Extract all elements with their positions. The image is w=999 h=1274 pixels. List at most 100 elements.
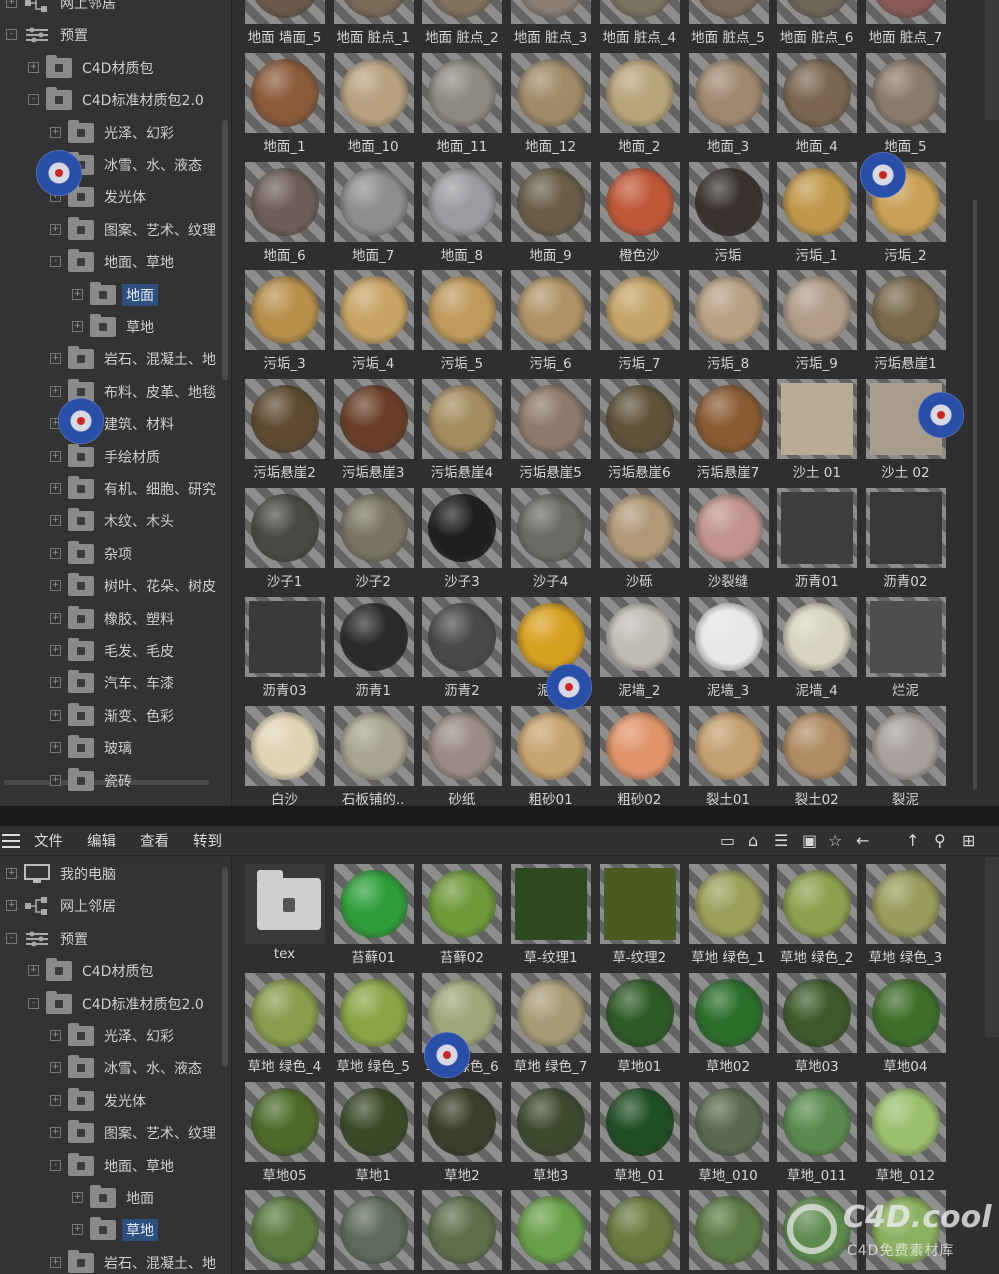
material-item[interactable]: 裂土01 <box>684 705 773 806</box>
material-item[interactable]: 沙子3 <box>417 488 506 597</box>
expand-icon[interactable]: + <box>50 126 61 138</box>
expand-icon[interactable]: + <box>50 1030 61 1041</box>
material-item[interactable]: 地面_6 <box>240 161 329 271</box>
material-item[interactable]: 污垢_6 <box>506 270 595 379</box>
material-item[interactable] <box>684 1190 773 1274</box>
material-item[interactable]: 粗砂02 <box>595 705 684 806</box>
material-item[interactable]: 地面 墙面_5 <box>240 0 329 53</box>
material-item[interactable]: 污垢_9 <box>772 270 861 379</box>
expand-icon[interactable]: + <box>50 645 61 656</box>
material-item[interactable]: 污垢悬崖1 <box>861 270 950 379</box>
tree-item[interactable]: + 网上邻居 <box>0 890 231 922</box>
material-item[interactable]: 草地 绿色_2 <box>772 864 861 973</box>
material-item[interactable]: 地面_11 <box>417 52 506 162</box>
material-item[interactable]: 沙子4 <box>506 488 595 597</box>
tree-item[interactable]: + 地面 <box>0 1182 231 1214</box>
expand-icon[interactable]: + <box>50 612 61 624</box>
tree-item[interactable]: + 毛发、毛皮 <box>0 635 231 667</box>
material-item[interactable]: 污垢_3 <box>240 270 329 379</box>
material-item[interactable] <box>595 1190 684 1274</box>
expand-icon[interactable]: + <box>28 965 39 977</box>
expand-icon[interactable]: + <box>50 223 61 235</box>
material-item[interactable]: 草地05 <box>240 1081 329 1191</box>
material-item[interactable]: 地面_9 <box>506 161 595 271</box>
tree-item[interactable]: + 网上邻居 <box>0 0 231 19</box>
collapse-icon[interactable]: - <box>6 29 17 41</box>
material-item[interactable]: 泥墙_2 <box>595 596 684 706</box>
material-item[interactable]: 草地 绿色_5 <box>329 972 418 1082</box>
material-item[interactable]: 草地_011 <box>772 1081 861 1191</box>
material-item[interactable]: 污垢悬崖3 <box>329 379 418 488</box>
material-item[interactable]: 污垢_7 <box>595 270 684 379</box>
material-item[interactable]: 草地2 <box>417 1081 506 1191</box>
material-item[interactable]: 污垢_5 <box>417 270 506 379</box>
tree-item[interactable]: + 木纹、木头 <box>0 505 231 537</box>
material-item[interactable]: 污垢_4 <box>329 270 418 379</box>
tree-item[interactable]: + 有机、细胞、研究 <box>0 473 231 505</box>
menu-edit[interactable]: 编辑 <box>87 830 116 851</box>
tree-item[interactable]: + 玻璃 <box>0 732 231 764</box>
material-item[interactable]: 地面_2 <box>595 52 684 162</box>
tree-item[interactable]: + 渐变、色彩 <box>0 700 231 732</box>
up-icon[interactable]: ↑ <box>906 831 919 850</box>
material-item[interactable]: 沙砾 <box>595 488 684 597</box>
tree-item[interactable]: + 树叶、花朵、树皮 <box>0 570 231 602</box>
expand-icon[interactable]: + <box>50 515 61 527</box>
expand-icon[interactable]: + <box>50 1094 61 1106</box>
expand-icon[interactable]: + <box>50 483 61 494</box>
box-icon[interactable]: ▣ <box>802 831 817 850</box>
material-item[interactable]: 苔藓01 <box>329 864 418 973</box>
material-item[interactable]: 污垢 <box>684 161 773 271</box>
tree-item[interactable]: + 布料、皮革、地毯 <box>0 376 231 408</box>
material-item[interactable]: 草地 绿色_7 <box>506 972 595 1082</box>
tree-item[interactable]: + 图案、艺术、纹理 <box>0 214 231 246</box>
expand-icon[interactable]: + <box>6 0 17 8</box>
material-item[interactable] <box>329 1190 418 1274</box>
material-item[interactable]: 草-纹理2 <box>595 864 684 973</box>
tree-item[interactable]: + 汽车、车漆 <box>0 667 231 699</box>
material-item[interactable]: 地面 脏点_6 <box>772 0 861 53</box>
material-item[interactable]: 污垢悬崖7 <box>684 379 773 488</box>
material-item[interactable]: 草地04 <box>861 972 950 1082</box>
material-item[interactable]: 裂泥 <box>861 705 950 806</box>
minimize-icon[interactable]: ▭ <box>720 831 735 850</box>
material-item[interactable]: 裂土02 <box>772 705 861 806</box>
tree-item[interactable]: + 光泽、幻彩 <box>0 117 231 149</box>
material-item[interactable]: 草地03 <box>772 972 861 1082</box>
tree-item[interactable]: + 橡胶、塑料 <box>0 603 231 635</box>
material-item[interactable]: 地面 脏点_2 <box>417 0 506 53</box>
material-item[interactable]: 白沙 <box>240 705 329 806</box>
material-item[interactable] <box>240 1190 329 1274</box>
tree-item[interactable]: - 预置 <box>0 923 231 955</box>
menu-view[interactable]: 查看 <box>140 830 169 851</box>
star-icon[interactable]: ☆ <box>828 831 842 850</box>
expand-icon[interactable]: + <box>72 1224 83 1236</box>
material-item[interactable]: 地面_4 <box>772 52 861 162</box>
material-item[interactable]: 苔藓02 <box>417 864 506 973</box>
material-item[interactable]: 砂纸 <box>417 705 506 806</box>
expand-icon[interactable]: + <box>50 709 61 721</box>
tree-item[interactable]: - 地面、草地 <box>0 1150 231 1182</box>
expand-icon[interactable]: + <box>50 1256 61 1268</box>
material-item[interactable]: 污垢悬崖5 <box>506 379 595 488</box>
material-item[interactable]: 地面 脏点_1 <box>329 0 418 53</box>
material-item[interactable]: 草地 绿色_3 <box>861 864 950 973</box>
material-item[interactable]: 沙子2 <box>329 488 418 597</box>
expand-icon[interactable]: + <box>50 385 61 397</box>
material-item[interactable]: 泥墙_3 <box>684 596 773 706</box>
menu-goto[interactable]: 转到 <box>193 830 222 851</box>
tree-item[interactable]: - 地面、草地 <box>0 246 231 278</box>
tree-item[interactable]: + 图案、艺术、纹理 <box>0 1117 231 1149</box>
menu-file[interactable]: 文件 <box>34 830 63 851</box>
material-item[interactable]: 地面_3 <box>684 52 773 162</box>
material-item[interactable]: 地面 脏点_3 <box>506 0 595 53</box>
tree-item[interactable]: + 建筑、材料 <box>0 408 231 440</box>
tree-item[interactable]: + 地面 <box>0 279 231 311</box>
material-item[interactable]: 草地3 <box>506 1081 595 1191</box>
tree-item[interactable]: + C4D材质包 <box>0 52 231 84</box>
collapse-icon[interactable]: - <box>6 932 17 944</box>
search-icon[interactable]: ⚲ <box>934 831 946 850</box>
material-item[interactable]: 沙土 01 <box>772 379 861 488</box>
material-item[interactable]: 地面_8 <box>417 161 506 271</box>
tree-item[interactable]: + C4D材质包 <box>0 955 231 987</box>
